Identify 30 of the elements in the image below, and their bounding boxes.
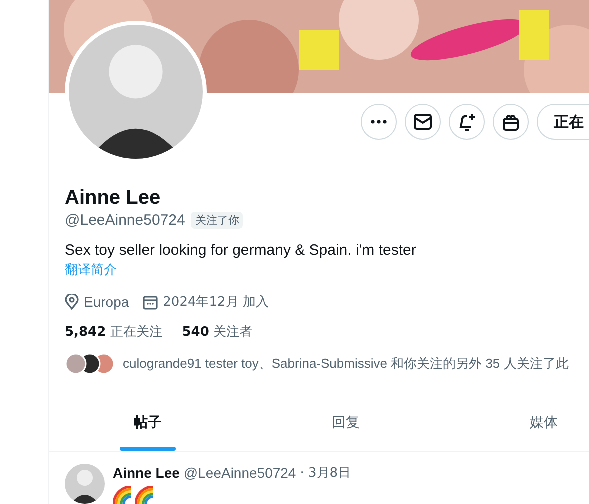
follow-count-link[interactable]: 5,842 正在关注 [65,323,162,341]
envelope-icon [414,114,432,130]
profile-name: Ainne Lee [65,186,162,210]
more-button[interactable] [361,104,397,140]
message-button[interactable] [405,104,441,140]
gift-button[interactable] [493,104,529,140]
follower-avatars-icon [65,353,115,375]
profile-tab[interactable]: 回复 [247,399,445,451]
post-date: · 3月8日 [300,465,352,482]
profile-tab[interactable]: 帖子 [49,399,247,451]
post-handle: @LeeAinne50724 [184,465,296,481]
gift-icon [502,113,520,131]
following-button[interactable]: 正在 [537,104,589,140]
follows-you-label: 关注了你 [191,212,244,229]
follow-count-link[interactable]: 540 关注者 [182,323,253,341]
bell-plus-icon [458,112,476,132]
profile-tab[interactable]: 媒体 [445,399,589,451]
rainbow-icon [113,486,131,504]
more-icon [371,120,387,124]
rainbow-icon [135,486,153,504]
location-pin-icon [65,294,79,310]
post-author-name: Ainne Lee [113,465,180,481]
calendar-icon [143,294,158,310]
joined-date: 2024年12月 加入 [163,294,269,311]
profile-bio: Sex toy seller looking for germany & Spain. i'm tester [65,241,418,261]
notify-button[interactable] [449,104,485,140]
post-avatar[interactable] [65,464,105,504]
location-text: Europa [84,294,130,310]
profile-handle: @LeeAinne50724 [65,212,186,229]
followers-you-know-text[interactable]: culogrande91 tester toy、Sabrina-Submissive 和你关注的另外 35 人关注了此 [123,355,569,373]
